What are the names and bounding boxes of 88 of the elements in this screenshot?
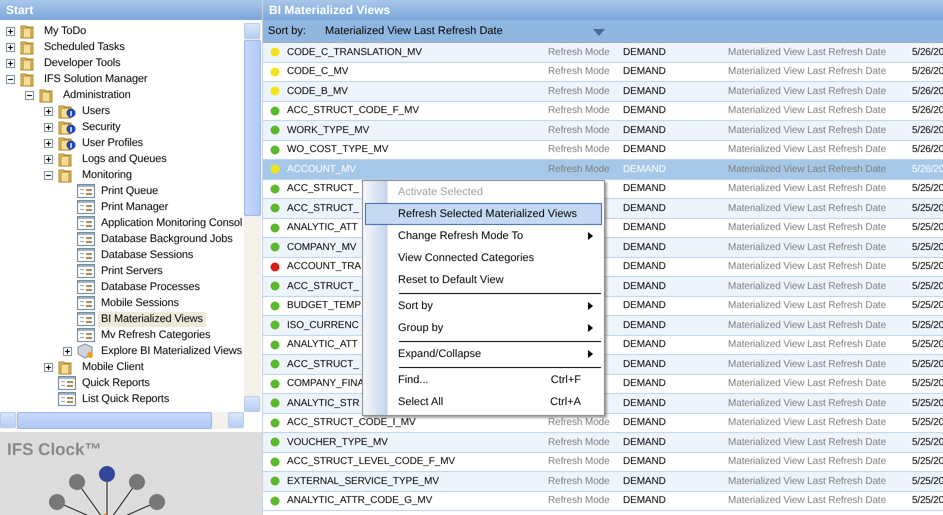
view-name: ACC_STRUCT_CODE_I_MV	[286, 417, 416, 428]
view-name: ACC_STRUCT_	[286, 183, 359, 194]
view-name: COMPANY_FINA	[286, 378, 364, 390]
refresh-mode: DEMAND	[623, 417, 666, 428]
field-label: Materialized View Last Refresh Date	[728, 144, 886, 156]
view-name: ANALYTIC_ATT	[286, 222, 358, 234]
field-label: Materialized View Last Refresh Date	[728, 456, 886, 468]
view-name: WO_COST_TYPE_MV	[286, 144, 388, 156]
refresh-mode: DEMAND	[623, 86, 666, 97]
refresh-mode: DEMAND	[623, 495, 666, 506]
field-label: Refresh Mode	[548, 144, 610, 156]
view-name: ISO_CURRENC	[286, 320, 359, 331]
view-name: ACC_STRUCT_	[286, 280, 359, 292]
view-name: BUDGET_TEMP	[286, 300, 361, 312]
panel-title: BI Materialized Views	[263, 0, 943, 20]
view-name: ACCOUNT_TRA	[286, 261, 361, 272]
sort-label: Sort by:	[268, 25, 307, 37]
refresh-mode: DEMAND	[623, 183, 666, 194]
field-label: Materialized View Last Refresh Date	[728, 495, 886, 506]
view-name: WORK_TYPE_MV	[286, 124, 370, 136]
refresh-mode: DEMAND	[623, 261, 666, 272]
refresh-mode: DEMAND	[623, 66, 666, 78]
refresh-mode: DEMAND	[623, 300, 666, 312]
view-name: CODE_C_MV	[286, 66, 348, 78]
field-label: Materialized View Last Refresh Date	[728, 46, 886, 58]
field-label: Refresh Mode	[548, 417, 610, 428]
field-label: Materialized View Last Refresh Date	[728, 164, 886, 175]
view-name: ACCOUNT_MV	[286, 164, 356, 175]
field-label: Materialized View Last Refresh Date	[728, 105, 886, 116]
view-name: ANALYTIC_ATT	[286, 339, 358, 350]
field-label: Materialized View Last Refresh Date	[728, 124, 886, 136]
field-label: Materialized View Last Refresh Date	[728, 417, 886, 428]
field-label: Materialized View Last Refresh Date	[728, 476, 886, 487]
refresh-mode: DEMAND	[623, 280, 666, 292]
view-name: ACC_STRUCT_LEVEL_CODE_F_MV	[286, 456, 456, 468]
field-label: Materialized View Last Refresh Date	[728, 320, 886, 331]
field-label: Materialized View Last Refresh Date	[728, 86, 886, 97]
refresh-mode: DEMAND	[623, 436, 666, 448]
refresh-mode: DEMAND	[623, 358, 666, 370]
clock-title: IFS Clock™	[7, 440, 102, 460]
field-label: Refresh Mode	[548, 124, 610, 136]
refresh-mode: DEMAND	[623, 242, 666, 253]
field-label: Materialized View Last Refresh Date	[728, 339, 886, 350]
refresh-mode: DEMAND	[623, 320, 666, 331]
refresh-mode: DEMAND	[623, 222, 666, 234]
view-name: EXTERNAL_SERVICE_TYPE_MV	[286, 476, 439, 487]
refresh-mode: DEMAND	[623, 124, 666, 136]
refresh-mode: DEMAND	[623, 398, 666, 409]
refresh-mode: DEMAND	[623, 164, 666, 175]
field-label: Refresh Mode	[548, 476, 610, 487]
view-name: ANALYTIC_STR	[286, 398, 360, 409]
refresh-mode: DEMAND	[623, 46, 666, 58]
field-label: Materialized View Last Refresh Date	[728, 436, 886, 448]
panel-title: Start	[0, 0, 262, 20]
view-name: ANALYTIC_ATTR_CODE_G_MV	[286, 495, 432, 506]
field-label: Materialized View Last Refresh Date	[728, 66, 886, 78]
field-label: Materialized View Last Refresh Date	[728, 242, 886, 253]
refresh-mode: DEMAND	[623, 144, 666, 156]
field-label: Materialized View Last Refresh Date	[728, 280, 886, 292]
field-label: Refresh Mode	[548, 86, 610, 97]
field-label: Refresh Mode	[548, 66, 610, 78]
refresh-mode: DEMAND	[623, 456, 666, 468]
field-label: Materialized View Last Refresh Date	[728, 261, 886, 272]
field-label: Materialized View Last Refresh Date	[728, 300, 886, 312]
field-label: Refresh Mode	[548, 456, 610, 468]
view-name: CODE_B_MV	[286, 86, 348, 97]
field-label: Materialized View Last Refresh Date	[728, 202, 886, 214]
field-label: Materialized View Last Refresh Date	[728, 398, 886, 409]
view-name: CODE_C_TRANSLATION_MV	[286, 46, 422, 58]
field-label: Refresh Mode	[548, 164, 610, 175]
field-label: Refresh Mode	[548, 495, 610, 506]
refresh-mode: DEMAND	[623, 339, 666, 350]
field-label: Refresh Mode	[548, 105, 610, 116]
refresh-mode: DEMAND	[623, 476, 666, 487]
field-label: Refresh Mode	[548, 46, 610, 58]
view-name: ACC_STRUCT_CODE_F_MV	[286, 105, 419, 116]
field-label: Materialized View Last Refresh Date	[728, 183, 886, 194]
refresh-mode: DEMAND	[623, 105, 666, 116]
view-name: ACC_STRUCT_	[286, 358, 359, 370]
view-name: ACC_STRUCT_	[286, 202, 359, 214]
refresh-mode: DEMAND	[623, 378, 666, 390]
field-label: Materialized View Last Refresh Date	[728, 358, 886, 370]
field-label: Refresh Mode	[548, 436, 610, 448]
refresh-mode: DEMAND	[623, 202, 666, 214]
view-name: VOUCHER_TYPE_MV	[286, 436, 388, 448]
field-label: Materialized View Last Refresh Date	[728, 378, 886, 390]
view-name: COMPANY_MV	[286, 242, 356, 253]
field-label: Materialized View Last Refresh Date	[728, 222, 886, 234]
